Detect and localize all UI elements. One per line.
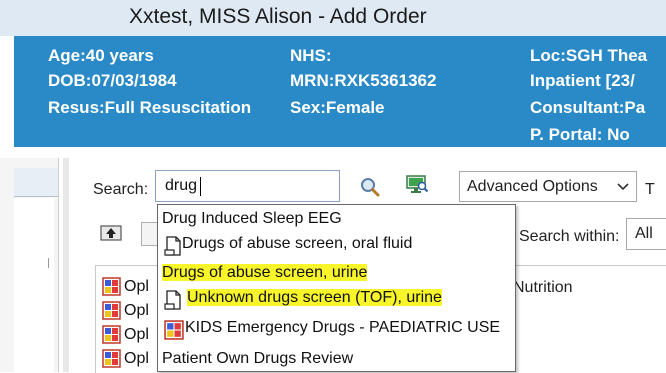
monitor-search-icon[interactable] [405, 174, 429, 201]
left-panel [0, 158, 59, 372]
panel-splitter[interactable] [63, 158, 69, 372]
left-panel-splitter-mark [48, 258, 49, 268]
dropdown-item[interactable]: Patient Own Drugs Review [162, 350, 353, 372]
list-item-label: Opl [124, 302, 149, 319]
folder-up-icon[interactable] [100, 223, 124, 248]
advanced-options-select[interactable]: Advanced Options [459, 171, 637, 202]
dropdown-item-label: Unknown drugs screen (TOF), urine [187, 289, 442, 306]
window-title: Xxtest, MISS Alison - Add Order [129, 5, 427, 28]
dropdown-item[interactable]: Drugs of abuse screen, oral fluid [162, 235, 412, 257]
patient-sex: Sex:Female [290, 98, 385, 117]
dropdown-item[interactable]: Unknown drugs screen (TOF), urine [162, 289, 442, 311]
patient-consultant[interactable]: Consultant:Pa [530, 98, 645, 118]
search-label: Search: [93, 181, 149, 198]
chevron-down-icon [616, 179, 630, 198]
patient-age: Age:40 years [48, 46, 154, 65]
search-within-label: Search within: [519, 228, 620, 245]
window-titlebar: Xxtest, MISS Alison - Add Order [0, 0, 666, 36]
document-icon [164, 290, 181, 310]
patient-dob: DOB:07/03/1984 [48, 71, 177, 90]
patient-mrn: MRN:RXK5361362 [290, 71, 437, 90]
search-within-select[interactable]: All [626, 218, 666, 250]
dropdown-item[interactable]: Drugs of abuse screen, urine [162, 264, 368, 286]
dropdown-item[interactable]: Drug Induced Sleep EEG [162, 210, 342, 232]
patient-banner: Age:40 years DOB:07/03/1984 Resus:Full R… [14, 36, 666, 147]
search-within-value: All [635, 225, 653, 242]
left-panel-content[interactable] [14, 198, 54, 372]
text-cursor [200, 177, 201, 196]
patient-nhs: NHS: [290, 46, 332, 65]
dropdown-item[interactable]: KIDS Emergency Drugs - PAEDIATRIC USE [162, 319, 500, 341]
search-input[interactable] [155, 170, 340, 202]
dropdown-item-label: Patient Own Drugs Review [162, 350, 354, 367]
document-icon [164, 236, 181, 256]
order-set-icon [102, 277, 121, 296]
order-set-icon [164, 320, 184, 340]
patient-location: Loc:SGH Thea [530, 46, 648, 65]
patient-portal: P. Portal: No [530, 125, 630, 144]
truncated-label: T [645, 181, 655, 198]
advanced-options-label: Advanced Options [467, 178, 598, 195]
order-set-icon [102, 301, 121, 320]
dropdown-item-label: Drugs of abuse screen, oral fluid [182, 235, 413, 252]
left-panel-header [14, 168, 58, 197]
dropdown-item-label: Drug Induced Sleep EEG [162, 210, 342, 227]
order-set-icon [102, 325, 121, 344]
list-item-label: Opl [124, 350, 149, 367]
autocomplete-dropdown[interactable]: Drug Induced Sleep EEG Drugs of abuse sc… [157, 204, 516, 372]
results-column-text: Nutrition [513, 279, 573, 296]
patient-resus: Resus:Full Resuscitation [48, 98, 252, 117]
list-item-label: Opl [124, 278, 149, 295]
dropdown-item-label: KIDS Emergency Drugs - PAEDIATRIC USE [185, 319, 501, 336]
list-item-label: Opl [124, 326, 149, 343]
patient-inpatient: Inpatient [23/ [530, 71, 635, 90]
magnifier-icon[interactable] [359, 176, 381, 203]
order-set-icon [102, 349, 121, 368]
dropdown-item-label: Drugs of abuse screen, urine [162, 264, 368, 281]
